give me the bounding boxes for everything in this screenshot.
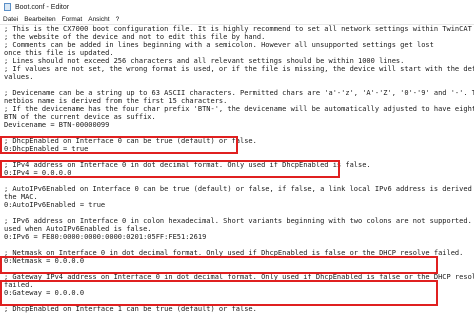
window-title: Boot.conf - Editor [15,3,70,11]
menu-bearbeiten[interactable]: Bearbeiten [24,16,55,23]
menu-help[interactable]: ? [116,16,120,23]
text-line: ; DhcpEnabled on Interface 1 can be true… [4,305,257,313]
text-line: ; the website of the device and not to e… [4,33,266,41]
highlight-dhcp-interface-0 [0,136,238,154]
text-line: ; IPv6 address on Interface 0 in colon h… [4,217,474,225]
text-line: ; Lines should not exceed 256 characters… [4,57,405,65]
text-line: Devicename = BTN-00000099 [4,121,110,129]
notepad-window: Boot.conf - Editor Datei Bearbeiten Form… [0,0,474,335]
text-line: ; Devicename can be a string up to 63 AS… [4,89,474,97]
menu-format[interactable]: Format [62,16,83,23]
menu-datei[interactable]: Datei [3,16,18,23]
text-line: netbios name is derived from the first 1… [4,97,228,105]
text-line: ; This is the CX7000 boot configuration … [4,25,474,33]
notepad-icon [4,3,11,11]
highlight-ipv4-interface-0 [0,160,340,178]
text-line: 0:AutoIPv6Enabled = true [4,201,106,209]
text-line: ; If values are not set, the wrong forma… [4,65,474,73]
highlight-netmask-interface-0 [0,256,438,274]
text-line: once this file is updated. [4,49,114,57]
text-line: used when AutoIPv6Enabled is false. [4,225,152,233]
menu-bar: Datei Bearbeiten Format Ansicht ? [0,14,474,25]
highlight-gateway-interface-0 [0,280,438,306]
title-bar[interactable]: Boot.conf - Editor [0,0,474,15]
menu-ansicht[interactable]: Ansicht [88,16,109,23]
text-line: 0:IPv6 = FE80:0000:0000:0000:0201:05FF:F… [4,233,207,241]
text-editor-area[interactable]: ; This is the CX7000 boot configuration … [0,25,474,335]
text-line: ; If the devicename has the four char pr… [4,105,474,113]
text-line: values. [4,73,34,81]
text-line: the MAC. [4,193,38,201]
text-line: ; AutoIPv6Enabled on Interface 0 can be … [4,185,474,193]
text-line: ; Comments can be added in lines beginni… [4,41,434,49]
text-line: BTN of the current device as suffix. [4,113,156,121]
